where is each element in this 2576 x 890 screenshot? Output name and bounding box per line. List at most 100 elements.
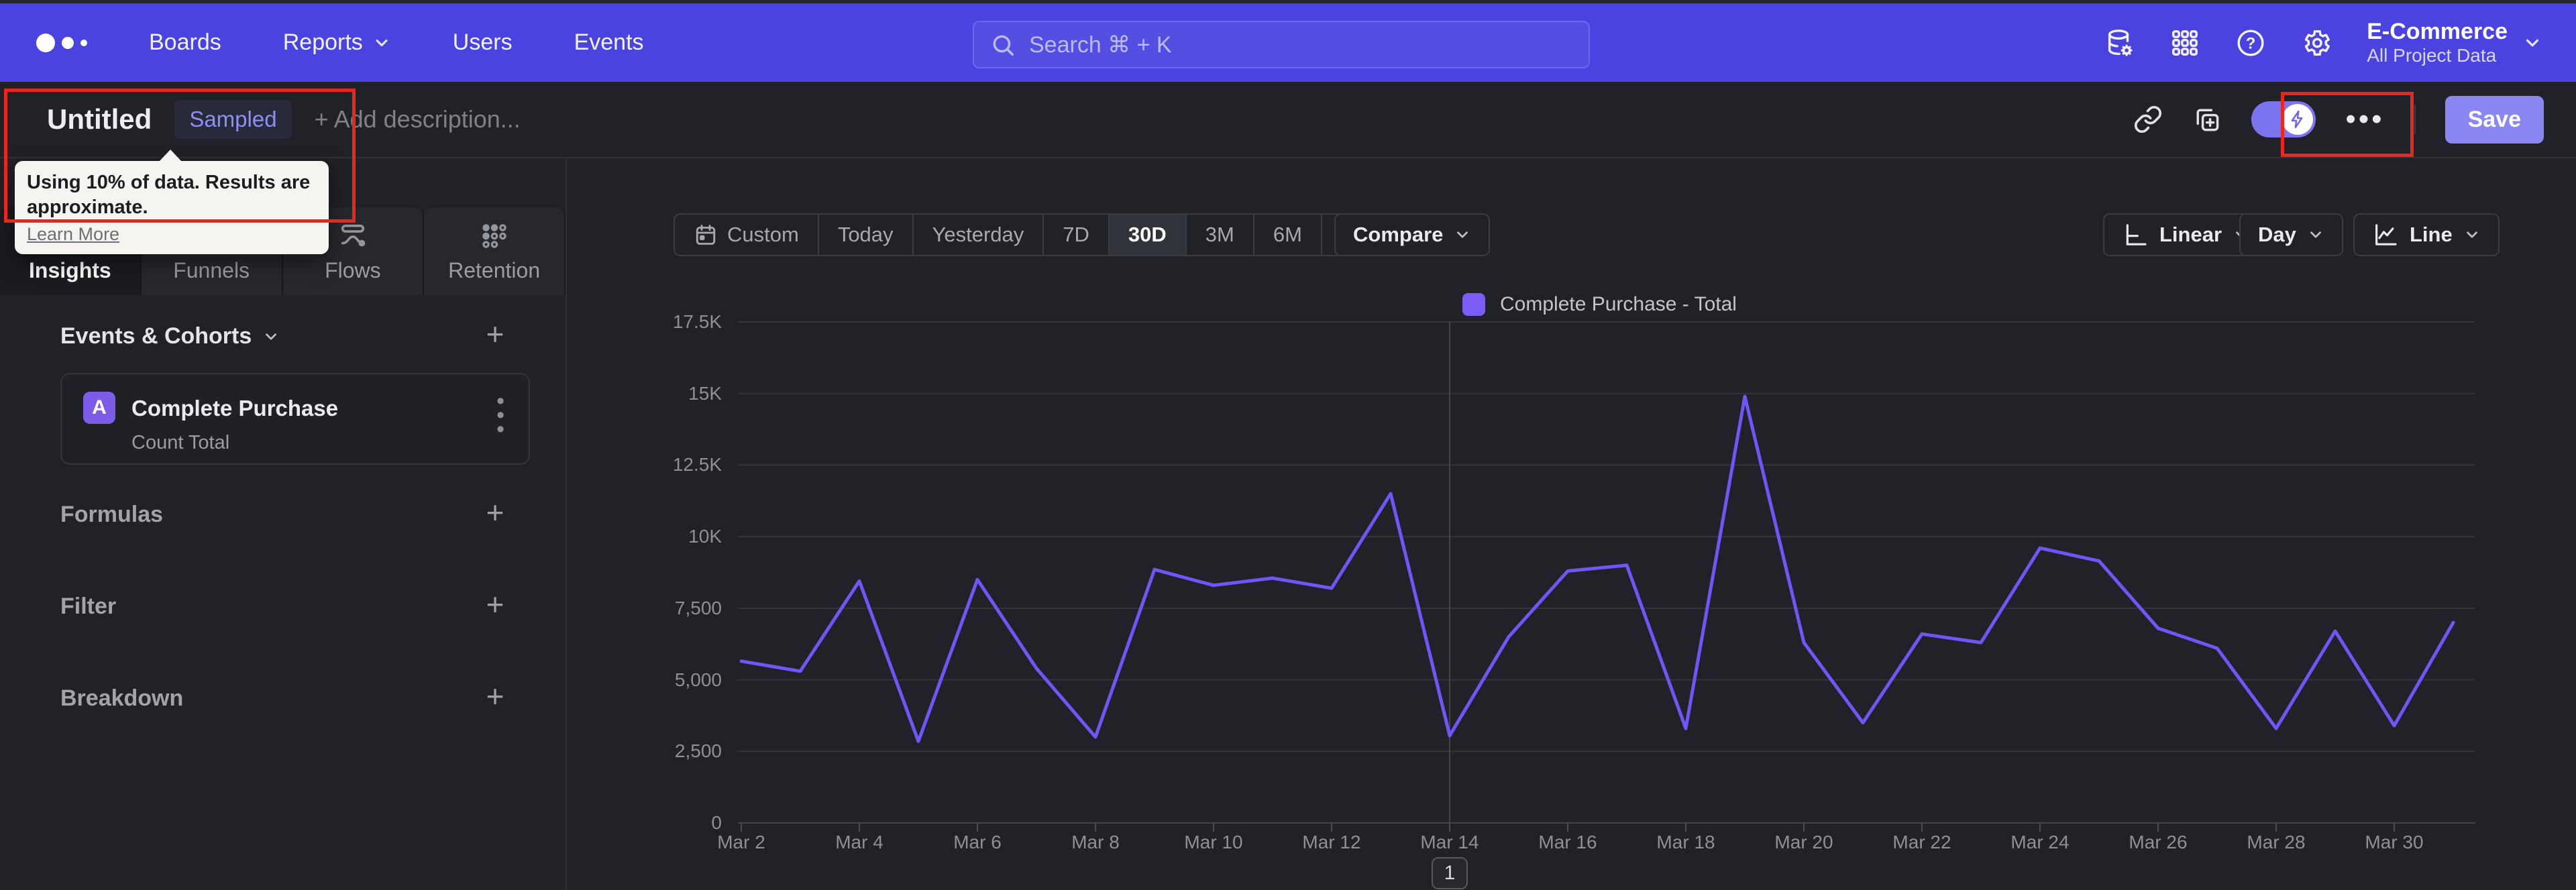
chevron-down-icon xyxy=(2310,231,2321,238)
nav-item-boards[interactable]: Boards xyxy=(149,30,221,56)
event-metric[interactable]: Count Total xyxy=(131,432,229,454)
tab-label: Retention xyxy=(448,258,541,282)
range-6m[interactable]: 6M xyxy=(1254,215,1322,255)
x-axis-label: Mar 8 xyxy=(1071,832,1120,852)
copy-link-icon[interactable] xyxy=(2133,105,2163,134)
nav-item-events[interactable]: Events xyxy=(574,30,644,56)
range-yesterday[interactable]: Yesterday xyxy=(914,215,1044,255)
heading-label: Events & Cohorts xyxy=(60,323,252,349)
event-card-complete-purchase[interactable]: A Complete Purchase Count Total • • • xyxy=(60,373,530,465)
help-icon[interactable]: ? xyxy=(2235,27,2266,58)
nav-item-label: Users xyxy=(452,30,513,55)
flows-icon xyxy=(341,224,366,246)
sampled-badge[interactable]: Sampled xyxy=(174,100,292,139)
nav-item-label: Events xyxy=(574,30,644,55)
nav-item-users[interactable]: Users xyxy=(453,30,513,56)
tab-label: Insights xyxy=(29,258,111,282)
breakdown-heading: Breakdown xyxy=(60,685,183,712)
navbar-right: ? E-Commerce All Project Data xyxy=(2104,3,2542,82)
x-axis-label: Mar 12 xyxy=(1302,832,1361,852)
chart-annotation-marker[interactable]: 1 xyxy=(1432,857,1468,889)
formulas-heading: Formulas xyxy=(60,502,163,528)
compare-button[interactable]: Compare xyxy=(1334,213,1491,256)
x-axis-label: Mar 4 xyxy=(835,832,883,852)
tab-label: Flows xyxy=(325,258,381,282)
tab-retention[interactable]: Retention xyxy=(424,208,566,295)
y-axis-label: 17.5K xyxy=(672,311,722,332)
project-name: E-Commerce xyxy=(2367,18,2508,44)
add-breakdown-button[interactable]: + xyxy=(479,681,511,714)
range-custom[interactable]: Custom xyxy=(675,215,819,255)
range-label: 6M xyxy=(1273,223,1302,246)
report-header-bar: Untitled Sampled + Add description... ••… xyxy=(0,82,2576,158)
range-3m[interactable]: 3M xyxy=(1187,215,1254,255)
nav-item-reports[interactable]: Reports xyxy=(283,30,391,56)
range-label: 3M xyxy=(1205,223,1234,246)
report-header-right: ••• Save xyxy=(2133,82,2544,157)
range-30d[interactable]: 30D xyxy=(1109,215,1187,255)
chevron-down-icon xyxy=(266,333,277,340)
x-axis-label: Mar 18 xyxy=(1656,832,1715,852)
nav-item-label: Reports xyxy=(282,30,363,55)
data-management-icon[interactable] xyxy=(2104,27,2135,58)
range-7d[interactable]: 7D xyxy=(1044,215,1110,255)
y-axis-label: 5,000 xyxy=(674,669,722,690)
chart-legend[interactable]: Complete Purchase - Total xyxy=(1462,293,1737,316)
range-label: 30D xyxy=(1128,223,1167,246)
top-navbar: Boards Reports Users Events Search ⌘ + K xyxy=(0,3,2576,82)
range-label: Custom xyxy=(727,223,799,246)
search-input[interactable]: Search ⌘ + K xyxy=(973,21,1590,68)
event-name: Complete Purchase xyxy=(131,396,339,421)
sampling-tooltip: Using 10% of data. Results are approxima… xyxy=(15,149,329,255)
x-axis-label: Mar 30 xyxy=(2365,832,2424,852)
range-today[interactable]: Today xyxy=(819,215,914,255)
interval-selector[interactable]: Day xyxy=(2239,213,2343,256)
x-axis-label: Mar 14 xyxy=(1420,832,1479,852)
x-axis-label: Mar 26 xyxy=(2129,832,2188,852)
add-formula-button[interactable]: + xyxy=(479,497,511,530)
chevron-down-icon xyxy=(376,39,388,46)
event-kebab-menu[interactable]: • • • xyxy=(496,390,504,441)
heading-label: Formulas xyxy=(60,502,164,527)
x-axis-label: Mar 16 xyxy=(1538,832,1597,852)
chevron-down-icon xyxy=(2526,39,2539,46)
y-axis-label: 7,500 xyxy=(674,597,722,618)
header-divider xyxy=(2414,105,2416,134)
sampling-toggle[interactable] xyxy=(2251,101,2316,137)
query-builder-sidebar: Insights Funnels Flows Retention Events … xyxy=(0,158,567,890)
interval-label: Day xyxy=(2258,223,2296,246)
more-options-button[interactable]: ••• xyxy=(2345,105,2384,133)
nav-items: Boards Reports Users Events xyxy=(149,30,644,56)
legend-swatch xyxy=(1462,293,1485,316)
add-event-button[interactable]: + xyxy=(479,319,511,351)
x-axis-label: Mar 2 xyxy=(717,832,765,852)
line-chart-icon xyxy=(2375,224,2397,245)
events-cohorts-heading[interactable]: Events & Cohorts xyxy=(60,323,280,349)
heading-label: Filter xyxy=(60,594,117,619)
add-filter-button[interactable]: + xyxy=(479,589,511,622)
save-button[interactable]: Save xyxy=(2445,95,2544,144)
report-title[interactable]: Untitled xyxy=(47,103,152,135)
range-label: 7D xyxy=(1063,223,1089,246)
apps-grid-icon[interactable] xyxy=(2169,27,2200,58)
project-switcher[interactable]: E-Commerce All Project Data xyxy=(2367,19,2542,66)
range-label: Yesterday xyxy=(932,223,1024,246)
calendar-icon xyxy=(696,225,716,245)
logo-dot xyxy=(80,39,87,46)
chart-type-selector[interactable]: Line xyxy=(2353,213,2500,256)
learn-more-link[interactable]: Learn More xyxy=(27,224,119,245)
settings-gear-icon[interactable] xyxy=(2301,27,2332,58)
chart-type-label: Line xyxy=(2410,223,2453,246)
toggle-knob xyxy=(2282,104,2314,135)
mixpanel-logo-icon[interactable] xyxy=(36,33,87,52)
line-chart[interactable] xyxy=(738,321,2475,838)
add-description-field[interactable]: + Add description... xyxy=(315,105,521,133)
search-placeholder: Search ⌘ + K xyxy=(1029,32,1172,58)
scale-label: Linear xyxy=(2159,223,2222,246)
app-root: Boards Reports Users Events Search ⌘ + K xyxy=(0,0,2576,890)
add-to-board-icon[interactable] xyxy=(2192,105,2222,134)
x-axis-label: Mar 10 xyxy=(1184,832,1243,852)
y-axis-label: 0 xyxy=(711,812,722,833)
compare-label: Compare xyxy=(1353,223,1444,246)
range-label: Today xyxy=(837,223,894,246)
